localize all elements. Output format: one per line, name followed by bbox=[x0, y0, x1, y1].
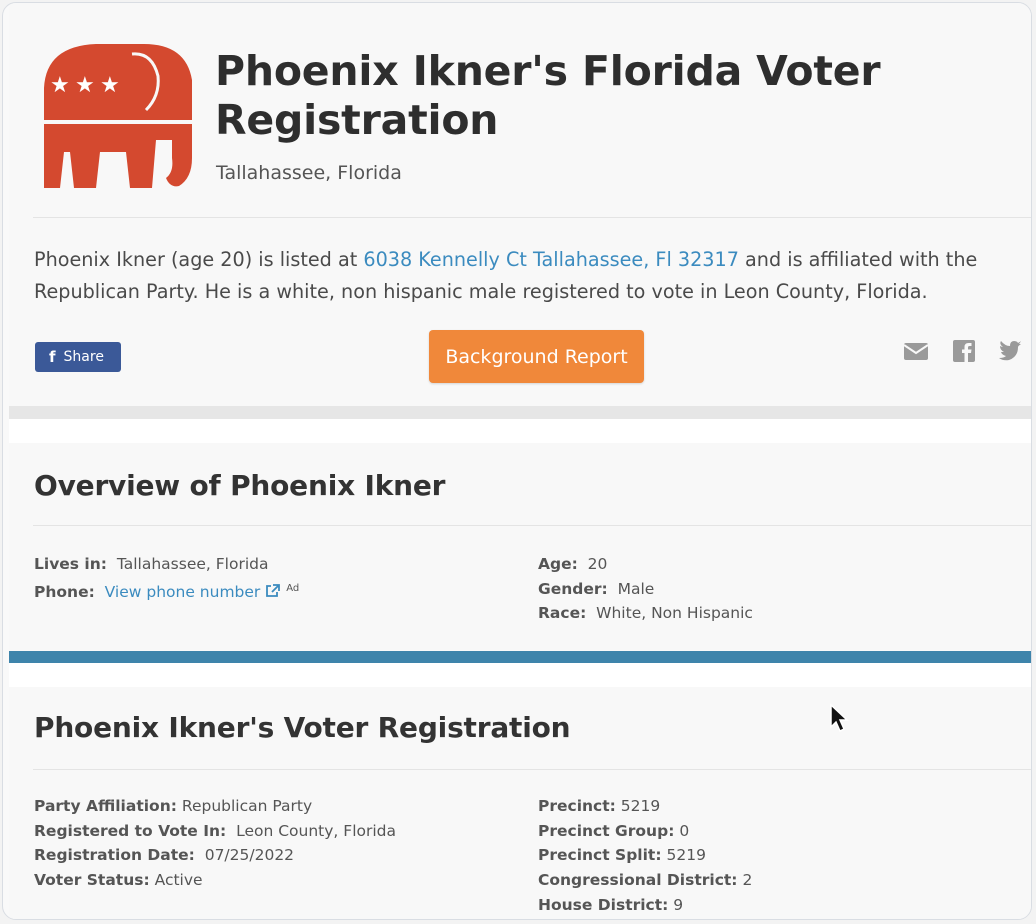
registered-row: Registered to Vote In: Leon County, Flor… bbox=[34, 819, 396, 844]
divider bbox=[33, 525, 1031, 526]
house-district-label: House District: bbox=[538, 895, 669, 914]
voter-status-label: Voter Status: bbox=[34, 871, 150, 890]
gender-label: Gender: bbox=[538, 579, 608, 598]
party-value: Republican Party bbox=[181, 797, 313, 815]
divider bbox=[33, 769, 1031, 770]
precinct-value: 5219 bbox=[620, 797, 661, 815]
section-gap bbox=[9, 663, 1031, 687]
congressional-district-row: Congressional District: 2 bbox=[538, 868, 752, 893]
voter-status-row: Voter Status: Active bbox=[34, 868, 396, 893]
section-separator bbox=[9, 406, 1031, 419]
profile-header: ★ ★ ★ Phoenix Ikner's Florida Voter Regi… bbox=[9, 3, 1031, 406]
facebook-icon[interactable] bbox=[951, 339, 977, 363]
party-row: Party Affiliation: Republican Party bbox=[34, 794, 396, 819]
race-label: Race: bbox=[538, 604, 587, 623]
age-value: 20 bbox=[587, 555, 608, 573]
divider bbox=[33, 217, 1031, 218]
registration-left-column: Party Affiliation: Republican Party Regi… bbox=[34, 794, 396, 893]
registration-date-label: Registration Date: bbox=[34, 846, 195, 865]
race-row: Race: White, Non Hispanic bbox=[538, 601, 753, 626]
lives-in-value: Tallahassee, Florida bbox=[116, 555, 269, 573]
registration-date-value: 07/25/2022 bbox=[204, 846, 295, 865]
svg-text:★: ★ bbox=[75, 73, 95, 98]
background-report-button[interactable]: Background Report bbox=[429, 330, 644, 383]
phone-row: Phone: View phone number Ad bbox=[34, 577, 299, 605]
overview-heading: Overview of Phoenix Ikner bbox=[34, 469, 446, 502]
share-label: Share bbox=[63, 349, 104, 365]
precinct-group-label: Precinct Group: bbox=[538, 821, 675, 840]
precinct-group-row: Precinct Group: 0 bbox=[538, 819, 752, 844]
registration-heading: Phoenix Ikner's Voter Registration bbox=[34, 711, 571, 744]
section-divider-bar bbox=[9, 651, 1031, 663]
republican-elephant-icon: ★ ★ ★ bbox=[36, 44, 194, 188]
summary-part1: Phoenix Ikner (age 20) is listed at bbox=[34, 248, 364, 271]
page-frame: ★ ★ ★ Phoenix Ikner's Florida Voter Regi… bbox=[2, 2, 1032, 920]
age-label: Age: bbox=[538, 555, 578, 573]
page-title: Phoenix Ikner's Florida Voter Registrati… bbox=[215, 47, 881, 144]
precinct-split-value: 5219 bbox=[666, 846, 706, 865]
overview-left-column: Lives in: Tallahassee, Florida Phone: Vi… bbox=[34, 552, 299, 605]
lives-in-row: Lives in: Tallahassee, Florida bbox=[34, 552, 299, 577]
view-phone-link[interactable]: View phone number bbox=[105, 583, 281, 601]
external-link-icon bbox=[266, 583, 281, 597]
overview-section: Overview of Phoenix Ikner Lives in: Tall… bbox=[9, 443, 1031, 650]
registered-label: Registered to Vote In: bbox=[34, 821, 227, 840]
summary-text: Phoenix Ikner (age 20) is listed at 6038… bbox=[34, 244, 1029, 308]
age-row: Age: 20 bbox=[538, 552, 753, 577]
voter-status-value: Active bbox=[154, 871, 203, 890]
precinct-split-label: Precinct Split: bbox=[538, 846, 662, 865]
twitter-icon[interactable] bbox=[997, 339, 1023, 363]
precinct-row: Precinct: 5219 bbox=[538, 794, 752, 819]
svg-text:★: ★ bbox=[50, 73, 70, 98]
overview-right-column: Age: 20 Gender: Male Race: White, Non Hi… bbox=[538, 552, 753, 626]
race-value: White, Non Hispanic bbox=[596, 604, 753, 623]
registration-right-column: Precinct: 5219 Precinct Group: 0 Precinc… bbox=[538, 794, 752, 918]
house-district-value: 9 bbox=[673, 895, 684, 914]
mouse-pointer-icon bbox=[830, 703, 849, 733]
svg-text:★: ★ bbox=[100, 73, 120, 98]
facebook-f-icon: f bbox=[49, 348, 56, 366]
ad-badge: Ad bbox=[286, 582, 300, 594]
email-icon[interactable] bbox=[903, 339, 929, 363]
gender-row: Gender: Male bbox=[538, 577, 753, 602]
gender-value: Male bbox=[617, 579, 655, 598]
registration-date-row: Registration Date: 07/25/2022 bbox=[34, 843, 396, 868]
congressional-district-value: 2 bbox=[742, 871, 753, 890]
registered-value: Leon County, Florida bbox=[236, 821, 397, 840]
party-label: Party Affiliation: bbox=[34, 797, 177, 815]
precinct-group-value: 0 bbox=[679, 821, 690, 840]
precinct-label: Precinct: bbox=[538, 797, 616, 815]
voter-registration-section: Phoenix Ikner's Voter Registration Party… bbox=[9, 687, 1031, 919]
house-district-row: House District: 9 bbox=[538, 893, 752, 918]
view-phone-link-text: View phone number bbox=[104, 582, 261, 601]
section-gap bbox=[9, 419, 1031, 443]
facebook-share-button[interactable]: f Share bbox=[35, 342, 121, 372]
phone-label: Phone: bbox=[34, 582, 95, 601]
location-subtitle: Tallahassee, Florida bbox=[216, 162, 402, 184]
congressional-district-label: Congressional District: bbox=[538, 871, 738, 890]
precinct-split-row: Precinct Split: 5219 bbox=[538, 843, 752, 868]
lives-in-label: Lives in: bbox=[34, 555, 107, 573]
address-link[interactable]: 6038 Kennelly Ct Tallahassee, Fl 32317 bbox=[363, 248, 739, 271]
